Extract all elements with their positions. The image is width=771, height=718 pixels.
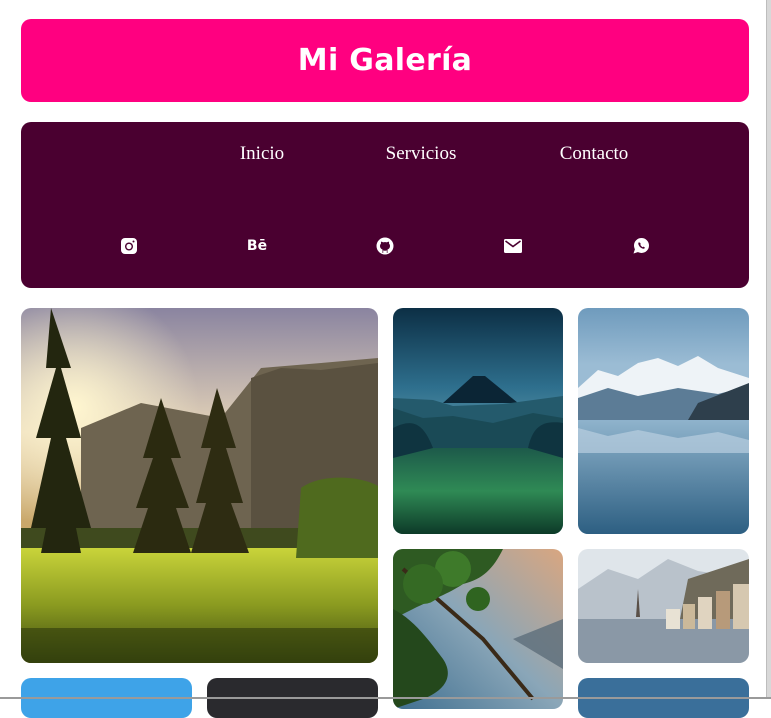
nav-bar: Inicio Servicios Contacto Bē: [21, 122, 749, 288]
github-icon[interactable]: [373, 234, 397, 258]
nav-link-servicios[interactable]: Servicios: [386, 143, 457, 165]
gallery-image-volcano[interactable]: [393, 308, 563, 534]
page-title: Mi Galería: [297, 43, 473, 78]
whatsapp-icon[interactable]: [629, 234, 653, 258]
nav-link-inicio[interactable]: Inicio: [240, 143, 284, 165]
behance-icon[interactable]: Bē: [245, 234, 269, 258]
window-frame-right: [766, 0, 771, 699]
email-icon[interactable]: [501, 234, 525, 258]
gallery-image-forest[interactable]: [21, 308, 378, 663]
gallery-image-village[interactable]: [578, 549, 749, 663]
gallery-image-tree[interactable]: [393, 549, 563, 709]
gallery-image-lake[interactable]: [578, 308, 749, 534]
header-banner: Mi Galería: [21, 19, 749, 102]
instagram-icon[interactable]: [117, 234, 141, 258]
nav-link-contacto[interactable]: Contacto: [560, 143, 629, 165]
